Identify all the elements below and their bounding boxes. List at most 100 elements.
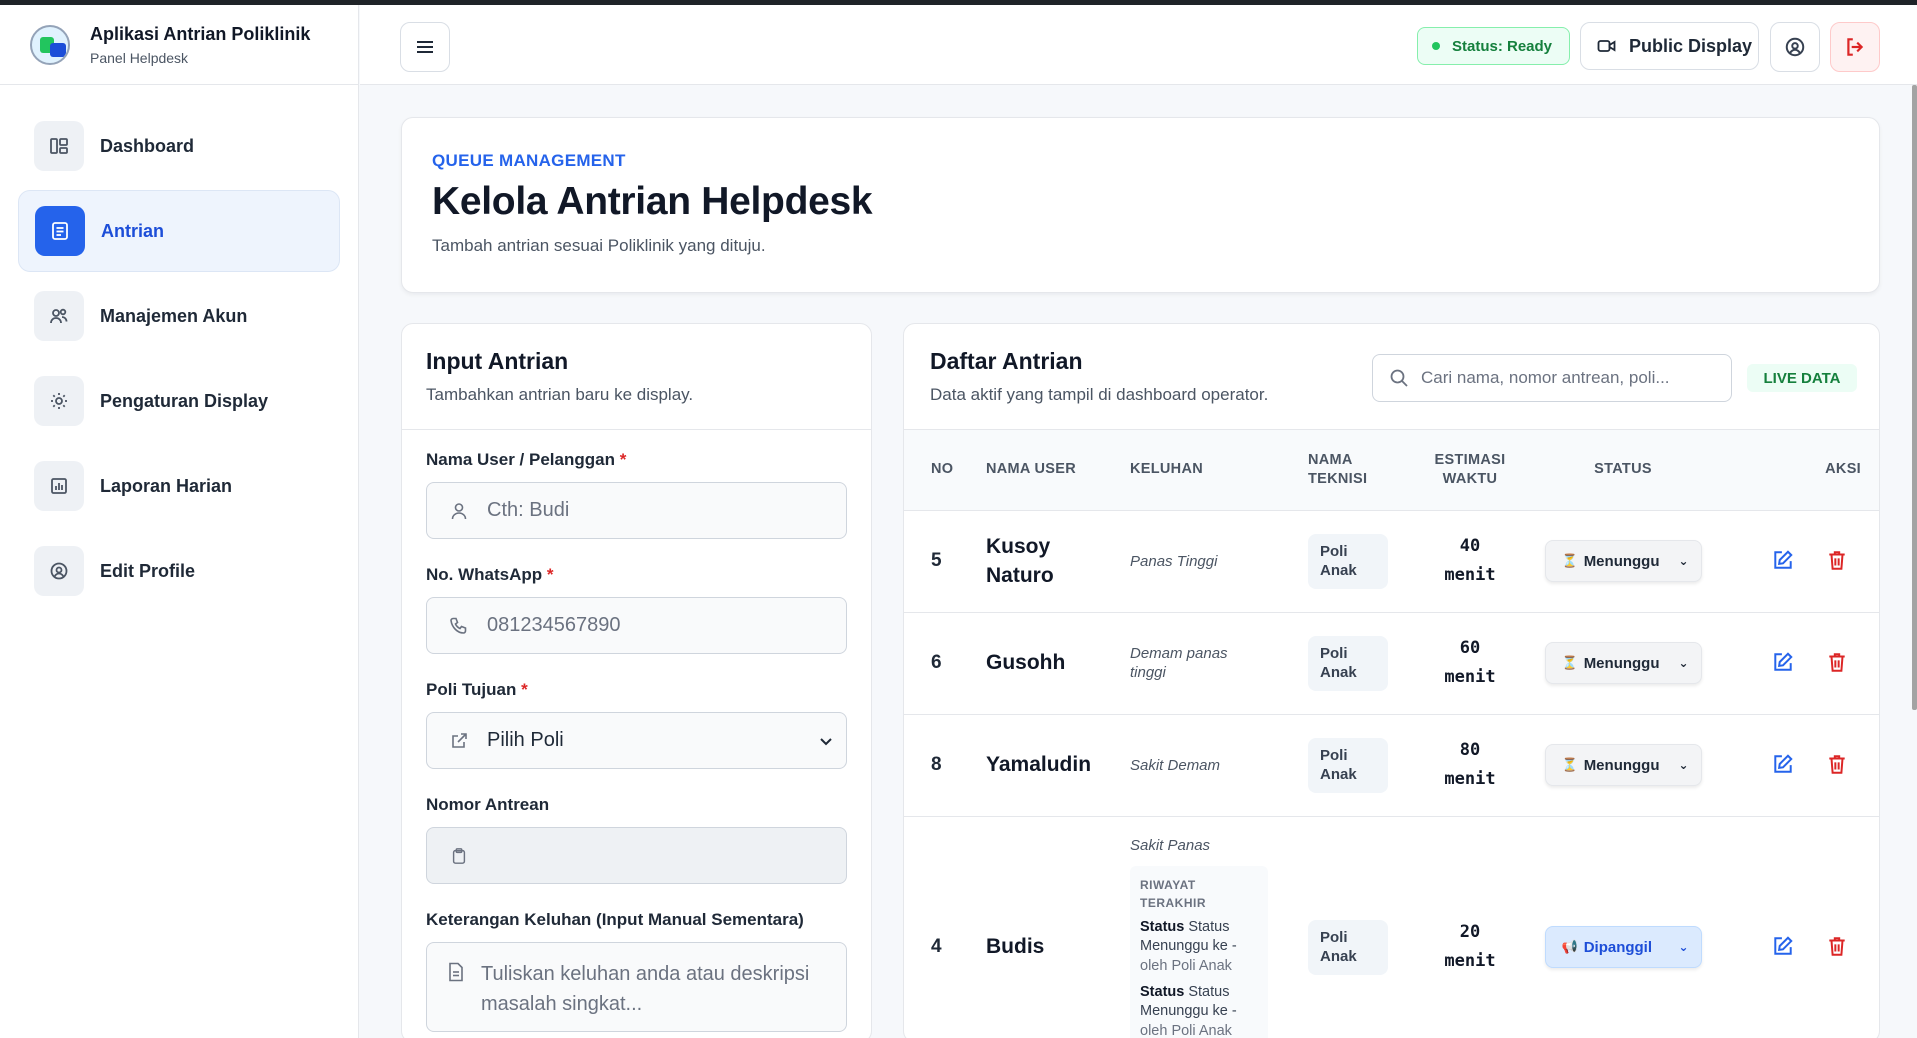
chevron-down-icon: ⌄ <box>1678 940 1689 954</box>
phone-field-label: No. WhatsApp * <box>426 565 554 584</box>
poli-select[interactable]: Pilih Poli <box>426 712 847 769</box>
status-select-value: Menunggu <box>1583 756 1660 774</box>
phone-input[interactable]: 081234567890 <box>426 597 847 654</box>
edit-icon <box>1773 652 1793 671</box>
sidebar-item-edit-profile[interactable]: Edit Profile <box>18 530 340 612</box>
sidebar-item-label: Manajemen Akun <box>100 305 248 326</box>
external-link-icon <box>447 731 471 751</box>
input-card-subtitle: Tambahkan antrian baru ke display. <box>426 385 694 404</box>
status-select[interactable]: 📢 Dipanggil ⌄ <box>1544 926 1702 968</box>
input-card-title: Input Antrian <box>426 348 569 374</box>
column-header-aksi: AKSI <box>1721 430 1879 511</box>
delete-button[interactable] <box>1823 750 1851 778</box>
daftar-antrian-card: Daftar Antrian Data aktif yang tampil di… <box>903 323 1880 1038</box>
cell-name: Gusohh <box>976 612 1120 715</box>
keluhan-field-label: Keterangan Keluhan (Input Manual Sementa… <box>426 910 804 929</box>
delete-button[interactable] <box>1823 932 1851 960</box>
poli-select-value: Pilih Poli <box>487 729 564 751</box>
status-select-value: Dipanggil <box>1583 938 1653 956</box>
video-icon <box>1597 40 1616 52</box>
status-select[interactable]: ⏳ Menunggu ⌄ <box>1544 540 1702 582</box>
sidebar-item-laporan-harian[interactable]: Laporan Harian <box>18 445 340 527</box>
table-header-row: NO NAMA USER KELUHAN NAMA TEKNISI ESTIMA… <box>904 430 1879 511</box>
cell-estimasi: 40 menit <box>1444 536 1496 585</box>
page-scrollbar[interactable] <box>1912 85 1917 710</box>
logout-icon <box>1847 38 1864 56</box>
cell-no: 4 <box>904 816 976 1038</box>
sidebar-nav: Dashboard Antrian Manajemen Akun Pengatu… <box>0 85 358 635</box>
page-title: Kelola Antrian Helpdesk <box>432 180 873 223</box>
profile-button[interactable] <box>1770 22 1820 72</box>
edit-icon <box>1773 550 1793 569</box>
cell-estimasi: 20 menit <box>1444 922 1496 971</box>
edit-icon <box>1773 754 1793 773</box>
chevron-down-icon <box>820 729 832 752</box>
clipboard-icon <box>447 847 471 865</box>
sun-icon <box>34 376 84 426</box>
sidebar-item-antrian[interactable]: Antrian <box>18 190 340 272</box>
cell-teknisi-badge: Poli Anak <box>1308 635 1388 691</box>
page-header-card: QUEUE MANAGEMENT Kelola Antrian Helpdesk… <box>401 117 1880 293</box>
sidebar-item-label: Edit Profile <box>100 560 196 581</box>
keluhan-textarea[interactable]: Tuliskan keluhan anda atau deskripsi mas… <box>426 942 847 1032</box>
sidebar-item-pengaturan-display[interactable]: Pengaturan Display <box>18 360 340 442</box>
trash-icon <box>1829 653 1845 672</box>
name-input[interactable]: Cth: Budi <box>426 482 847 539</box>
input-antrian-card: Input Antrian Tambahkan antrian baru ke … <box>401 323 872 1038</box>
brand: Aplikasi Antrian Poliklinik Panel Helpde… <box>0 5 358 85</box>
status-select-value: Menunggu <box>1583 552 1660 570</box>
hamburger-icon <box>417 41 433 53</box>
status-select-value: Menunggu <box>1583 654 1660 672</box>
history-entry: Status Status Menunggu ke - oleh Poli Ana… <box>1140 918 1237 974</box>
phone-input-placeholder: 081234567890 <box>487 614 621 636</box>
cell-name: Yamaludin <box>976 714 1120 817</box>
edit-button[interactable] <box>1769 546 1797 574</box>
hourglass-icon: ⏳ <box>1561 757 1578 772</box>
name-field-label: Nama User / Pelanggan * <box>426 450 627 469</box>
public-display-button[interactable]: Public Display <box>1580 22 1759 70</box>
top-header: Status: Ready Public Display <box>360 5 1917 85</box>
table-row: 8 Yamaludin Sakit Demam Poli Anak 80 men… <box>904 714 1879 817</box>
delete-button[interactable] <box>1823 648 1851 676</box>
app-title: Aplikasi Antrian Poliklinik <box>90 23 311 44</box>
document-icon <box>447 961 465 1015</box>
column-header-status: STATUS <box>1525 430 1721 511</box>
cell-teknisi-badge: Poli Anak <box>1308 919 1388 975</box>
name-input-placeholder: Cth: Budi <box>487 499 570 521</box>
cell-keluhan: Panas Tinggi <box>1120 510 1298 613</box>
phone-icon <box>447 616 471 636</box>
edit-button[interactable] <box>1769 932 1797 960</box>
status-badge: Status: Ready <box>1417 27 1570 65</box>
search-placeholder: Cari nama, nomor antrean, poli... <box>1421 368 1670 387</box>
cell-no: 8 <box>904 714 976 817</box>
cell-keluhan: Demam panas tinggi <box>1120 612 1298 715</box>
app-subtitle: Panel Helpdesk <box>90 49 189 66</box>
cell-no: 5 <box>904 510 976 613</box>
dashboard-icon <box>34 121 84 171</box>
user-circle-icon <box>1785 37 1805 57</box>
poli-field-label: Poli Tujuan * <box>426 680 528 699</box>
status-select[interactable]: ⏳ Menunggu ⌄ <box>1544 744 1702 786</box>
history-panel: RIWAYAT TERAKHIR Status Status Menunggu … <box>1130 865 1268 1038</box>
history-title: RIWAYAT TERAKHIR <box>1140 877 1206 910</box>
nomor-antrean-input <box>426 827 847 884</box>
keluhan-placeholder: Tuliskan keluhan anda atau deskripsi mas… <box>481 963 810 1015</box>
logout-button[interactable] <box>1830 22 1880 72</box>
menu-toggle-button[interactable] <box>400 22 450 72</box>
delete-button[interactable] <box>1823 546 1851 574</box>
status-select[interactable]: ⏳ Menunggu ⌄ <box>1544 642 1702 684</box>
cell-name: Kusoy Naturo <box>976 510 1120 613</box>
sidebar-item-manajemen-akun[interactable]: Manajemen Akun <box>18 275 340 357</box>
user-circle-icon <box>34 546 84 596</box>
edit-button[interactable] <box>1769 750 1797 778</box>
sidebar-item-dashboard[interactable]: Dashboard <box>18 105 340 187</box>
cell-estimasi: 80 menit <box>1444 740 1496 789</box>
edit-icon <box>1773 936 1793 955</box>
chart-icon <box>34 461 84 511</box>
search-input[interactable]: Cari nama, nomor antrean, poli... <box>1372 354 1732 402</box>
cell-keluhan: Sakit Demam <box>1120 714 1298 817</box>
edit-button[interactable] <box>1769 648 1797 676</box>
input-form: Nama User / Pelanggan * Cth: Budi No. Wh… <box>402 430 871 1038</box>
nomor-field-label: Nomor Antrean <box>426 795 550 814</box>
history-entry: Status Status Menunggu ke - oleh Poli Ana… <box>1140 983 1237 1038</box>
